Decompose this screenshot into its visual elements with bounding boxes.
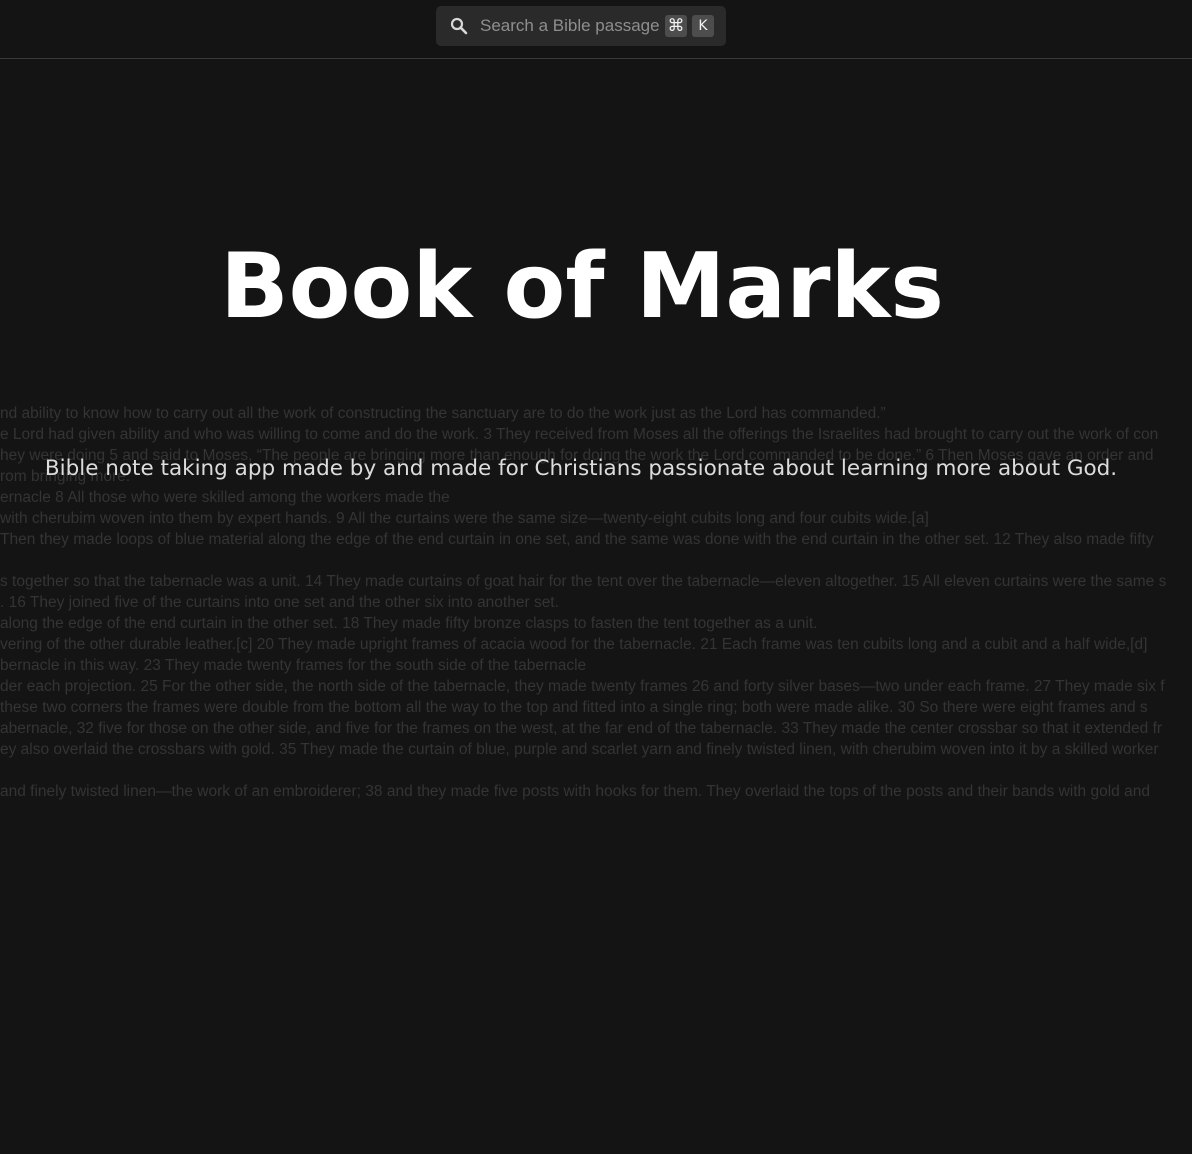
background-text-line: these two corners the frames were double… xyxy=(0,699,1148,716)
background-text-line: vering of the other durable leather.[c] … xyxy=(0,636,1148,653)
background-text-line: s together so that the tabernacle was a … xyxy=(0,573,1167,590)
background-text-line: and finely twisted linen—the work of an … xyxy=(0,783,1150,800)
background-text-line: der each projection. 25 For the other si… xyxy=(0,678,1165,695)
page-title: Book of Marks xyxy=(220,234,944,339)
background-text-line: ernacle 8 All those who were skilled amo… xyxy=(0,489,450,506)
background-text-line: . 16 They joined five of the curtains in… xyxy=(0,594,559,611)
search-bar[interactable]: ⌘ K xyxy=(436,6,726,46)
background-text-line: e Lord had given ability and who was wil… xyxy=(0,426,1159,443)
page-subtitle: Bible note taking app made by and made f… xyxy=(44,456,1118,481)
top-bar: ⌘ K xyxy=(0,0,1192,59)
command-key-badge: ⌘ xyxy=(665,15,687,37)
background-text-line: bernacle in this way. 23 They made twent… xyxy=(0,657,587,674)
background-text-line: ey also overlaid the crossbars with gold… xyxy=(0,741,1159,758)
background-text-line: with cherubim woven into them by expert … xyxy=(0,510,929,527)
background-text-line: Then they made loops of blue material al… xyxy=(0,531,1154,548)
background-text-line: abernacle, 32 five for those on the othe… xyxy=(0,720,1163,737)
search-icon xyxy=(450,17,468,35)
search-input[interactable] xyxy=(480,6,660,46)
background-text-line: nd ability to know how to carry out all … xyxy=(0,405,886,422)
background-text-line: along the edge of the end curtain in the… xyxy=(0,615,818,632)
k-key-badge: K xyxy=(692,15,714,37)
